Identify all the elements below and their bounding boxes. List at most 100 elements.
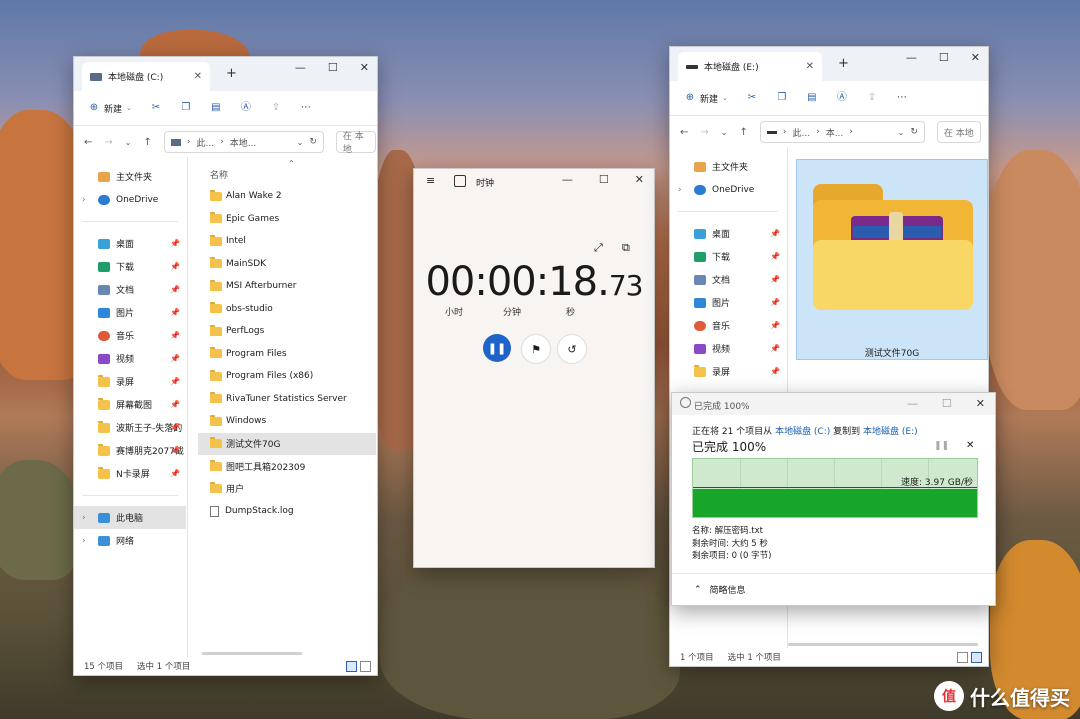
nav-pictures[interactable]: 图片 📌 bbox=[74, 301, 186, 324]
nav-music[interactable]: 音乐 📌 bbox=[670, 314, 786, 337]
forward-icon[interactable]: → bbox=[700, 127, 708, 138]
new-tab-button[interactable]: + bbox=[838, 56, 849, 71]
nav-videos[interactable]: 视频 📌 bbox=[74, 347, 186, 370]
close-tab-icon[interactable]: ✕ bbox=[194, 71, 202, 82]
address-box[interactable]: › 此... › 本... › ⌄ ↻ bbox=[759, 121, 925, 143]
cancel-icon[interactable]: ✕ bbox=[966, 440, 974, 451]
tab-local-disk-c[interactable]: 本地磁盘 (C:) ✕ bbox=[82, 62, 210, 91]
list-item-selected[interactable]: 测试文件70G bbox=[198, 432, 376, 455]
list-item[interactable]: RivaTuner Statistics Server bbox=[198, 388, 376, 411]
minimize-button[interactable]: — bbox=[562, 173, 573, 186]
up-icon[interactable]: ↑ bbox=[143, 137, 151, 148]
reset-button[interactable]: ↺ bbox=[557, 334, 587, 364]
nav-folder[interactable]: 录屏 📌 bbox=[74, 370, 186, 393]
maximize-button[interactable]: ☐ bbox=[942, 397, 952, 410]
nav-desktop[interactable]: 桌面 📌 bbox=[670, 222, 786, 245]
more-icon[interactable]: ⋯ bbox=[896, 92, 908, 104]
compact-overlay-icon[interactable]: ⧉ bbox=[622, 241, 630, 255]
list-item[interactable]: 用户 bbox=[198, 478, 376, 501]
share-icon[interactable]: ⇪ bbox=[270, 102, 282, 114]
refresh-icon[interactable]: ↻ bbox=[309, 137, 317, 147]
chevron-down-icon[interactable]: ⌄ bbox=[297, 138, 304, 147]
maximize-button[interactable]: ☐ bbox=[939, 51, 949, 64]
column-header-name[interactable]: 名称 ⌃ bbox=[198, 159, 376, 185]
pause-button[interactable]: ❚❚ bbox=[483, 334, 511, 362]
new-button[interactable]: ⊕ 新建 ⌄ bbox=[88, 102, 132, 115]
cut-icon[interactable]: ✂ bbox=[746, 92, 758, 104]
paste-icon[interactable]: ▤ bbox=[210, 102, 222, 114]
back-icon[interactable]: ← bbox=[680, 127, 688, 138]
more-icon[interactable]: ⋯ bbox=[300, 102, 312, 114]
maximize-button[interactable]: ☐ bbox=[599, 173, 609, 186]
chevron-down-icon[interactable]: ⌄ bbox=[898, 128, 905, 137]
nav-documents[interactable]: 文档 📌 bbox=[670, 268, 786, 291]
nav-downloads[interactable]: 下载 📌 bbox=[670, 245, 786, 268]
close-button[interactable]: ✕ bbox=[976, 397, 985, 410]
nav-videos[interactable]: 视频 📌 bbox=[670, 337, 786, 360]
close-button[interactable]: ✕ bbox=[971, 51, 980, 64]
breadcrumb-item[interactable]: 此... bbox=[792, 126, 810, 139]
nav-folder[interactable]: 赛博朋克2077截 📌 bbox=[74, 439, 186, 462]
chevron-right-icon[interactable]: › bbox=[82, 536, 86, 546]
rename-icon[interactable]: Ⓐ bbox=[836, 92, 848, 104]
chevron-right-icon[interactable]: › bbox=[82, 195, 86, 205]
nav-onedrive[interactable]: › OneDrive bbox=[74, 188, 186, 211]
horizontal-scrollbar[interactable] bbox=[202, 652, 302, 655]
address-box[interactable]: › 此... › 本地... ⌄ ↻ bbox=[163, 131, 324, 153]
search-input[interactable]: 在 本地 bbox=[335, 131, 376, 155]
rename-icon[interactable]: Ⓐ bbox=[240, 102, 252, 114]
new-button[interactable]: ⊕ 新建 ⌄ bbox=[684, 92, 728, 105]
nav-folder[interactable]: N卡录屏 📌 bbox=[74, 462, 186, 485]
copy-icon[interactable]: ❐ bbox=[180, 102, 192, 114]
source-link[interactable]: 本地磁盘 (C:) bbox=[775, 427, 830, 437]
nav-home[interactable]: 主文件夹 bbox=[670, 155, 786, 178]
maximize-button[interactable]: ☐ bbox=[328, 61, 338, 74]
pause-icon[interactable]: ❚❚ bbox=[934, 441, 949, 451]
nav-desktop[interactable]: 桌面 📌 bbox=[74, 232, 186, 255]
nav-folder[interactable]: 屏幕截图 📌 bbox=[74, 393, 186, 416]
expand-icon[interactable]: ⤢ bbox=[594, 241, 603, 255]
nav-pictures[interactable]: 图片 📌 bbox=[670, 291, 786, 314]
nav-home[interactable]: 主文件夹 bbox=[74, 165, 186, 188]
chevron-right-icon[interactable]: › bbox=[82, 513, 86, 523]
list-item[interactable]: 图吧工具箱202309 bbox=[198, 455, 376, 478]
list-item[interactable]: Intel bbox=[198, 230, 376, 253]
tab-local-disk-e[interactable]: 本地磁盘 (E:) ✕ bbox=[678, 52, 822, 81]
minimize-button[interactable]: — bbox=[907, 397, 918, 410]
list-item[interactable]: Windows bbox=[198, 410, 376, 433]
tiles-view-icon[interactable] bbox=[971, 652, 982, 663]
search-input[interactable]: 在 本地 bbox=[936, 121, 981, 143]
minimize-button[interactable]: — bbox=[295, 61, 306, 74]
copy-icon[interactable]: ❐ bbox=[776, 92, 788, 104]
tiles-view-icon[interactable] bbox=[360, 661, 371, 672]
nav-this-pc[interactable]: › 此电脑 bbox=[74, 506, 186, 529]
breadcrumb-item[interactable]: 本地... bbox=[230, 136, 257, 149]
up-icon[interactable]: ↑ bbox=[739, 127, 747, 138]
paste-icon[interactable]: ▤ bbox=[806, 92, 818, 104]
breadcrumb-item[interactable]: 此... bbox=[196, 136, 214, 149]
list-item[interactable]: Program Files (x86) bbox=[198, 365, 376, 388]
nav-network[interactable]: › 网络 bbox=[74, 529, 186, 552]
list-item[interactable]: obs-studio bbox=[198, 298, 376, 321]
nav-downloads[interactable]: 下载 📌 bbox=[74, 255, 186, 278]
details-view-icon[interactable] bbox=[346, 661, 357, 672]
recent-chevron-icon[interactable]: ⌄ bbox=[125, 138, 132, 147]
nav-folder[interactable]: 录屏 📌 bbox=[670, 360, 786, 383]
list-item[interactable]: DumpStack.log bbox=[198, 500, 376, 523]
share-icon[interactable]: ⇪ bbox=[866, 92, 878, 104]
recent-chevron-icon[interactable]: ⌄ bbox=[721, 128, 728, 137]
list-item[interactable]: PerfLogs bbox=[198, 320, 376, 343]
new-tab-button[interactable]: + bbox=[226, 66, 237, 81]
list-item[interactable]: Program Files bbox=[198, 343, 376, 366]
list-item[interactable]: Alan Wake 2 bbox=[198, 185, 376, 208]
list-item[interactable]: MainSDK bbox=[198, 253, 376, 276]
close-button[interactable]: ✕ bbox=[360, 61, 369, 74]
refresh-icon[interactable]: ↻ bbox=[910, 127, 918, 137]
minimize-button[interactable]: — bbox=[906, 51, 917, 64]
horizontal-scrollbar[interactable] bbox=[788, 643, 978, 646]
folder-tile-selected[interactable]: 测试文件70G bbox=[796, 159, 988, 360]
cut-icon[interactable]: ✂ bbox=[150, 102, 162, 114]
nav-documents[interactable]: 文档 📌 bbox=[74, 278, 186, 301]
close-tab-icon[interactable]: ✕ bbox=[806, 61, 814, 72]
back-icon[interactable]: ← bbox=[84, 137, 92, 148]
